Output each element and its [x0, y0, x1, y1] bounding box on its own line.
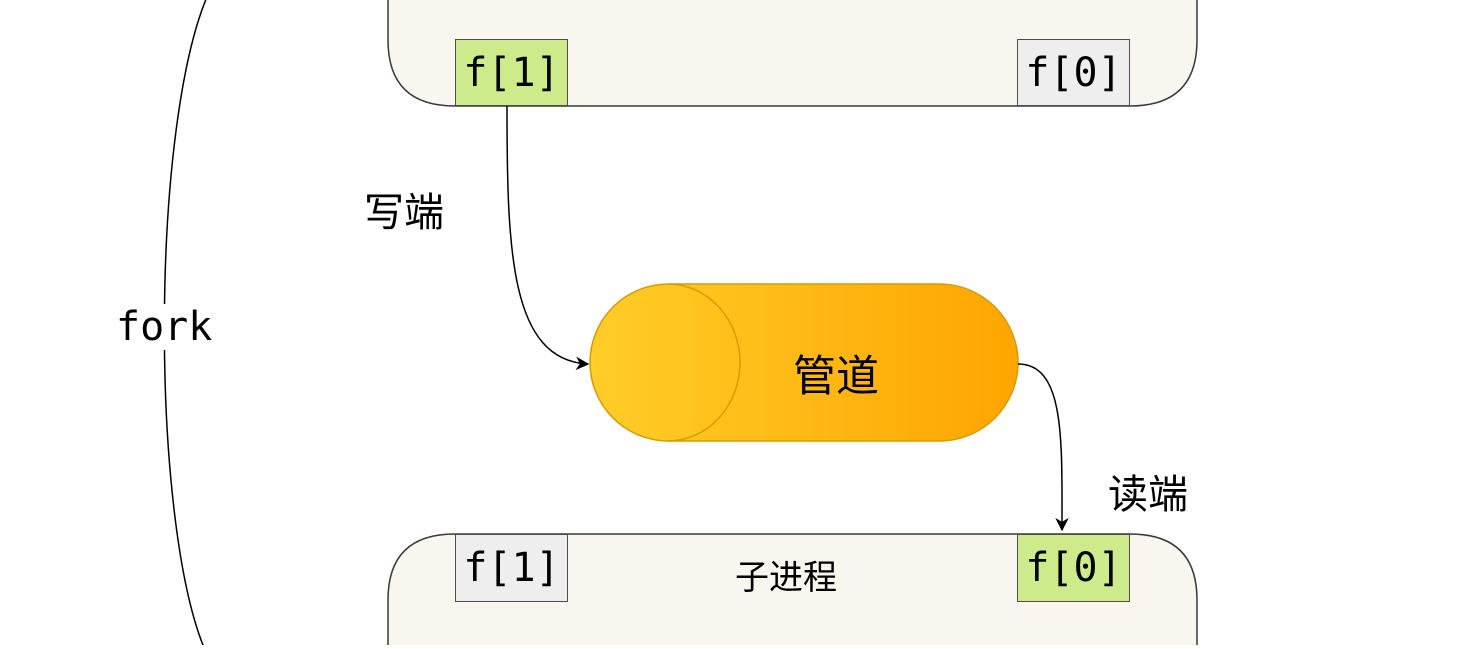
read-end-label: 读端	[1108, 472, 1188, 518]
fork-label: fork	[114, 304, 215, 350]
write-end-label: 写端	[364, 190, 444, 236]
child-fd-write: f[1]	[455, 534, 568, 602]
parent-fd-write: f[1]	[455, 39, 568, 106]
parent-fd-read: f[0]	[1017, 39, 1130, 106]
read-arrow	[1017, 363, 1069, 532]
write-arrow	[506, 105, 590, 371]
diagram-canvas	[163, 0, 1198, 649]
pipe-diagram: f[1] f[0] 子进程 f[1] f[0] 管道 写端 读端 fork	[0, 0, 1468, 649]
child-process-title: 子进程	[735, 558, 837, 598]
child-fd-read: f[0]	[1017, 534, 1130, 602]
pipe-label: 管道	[793, 352, 879, 402]
